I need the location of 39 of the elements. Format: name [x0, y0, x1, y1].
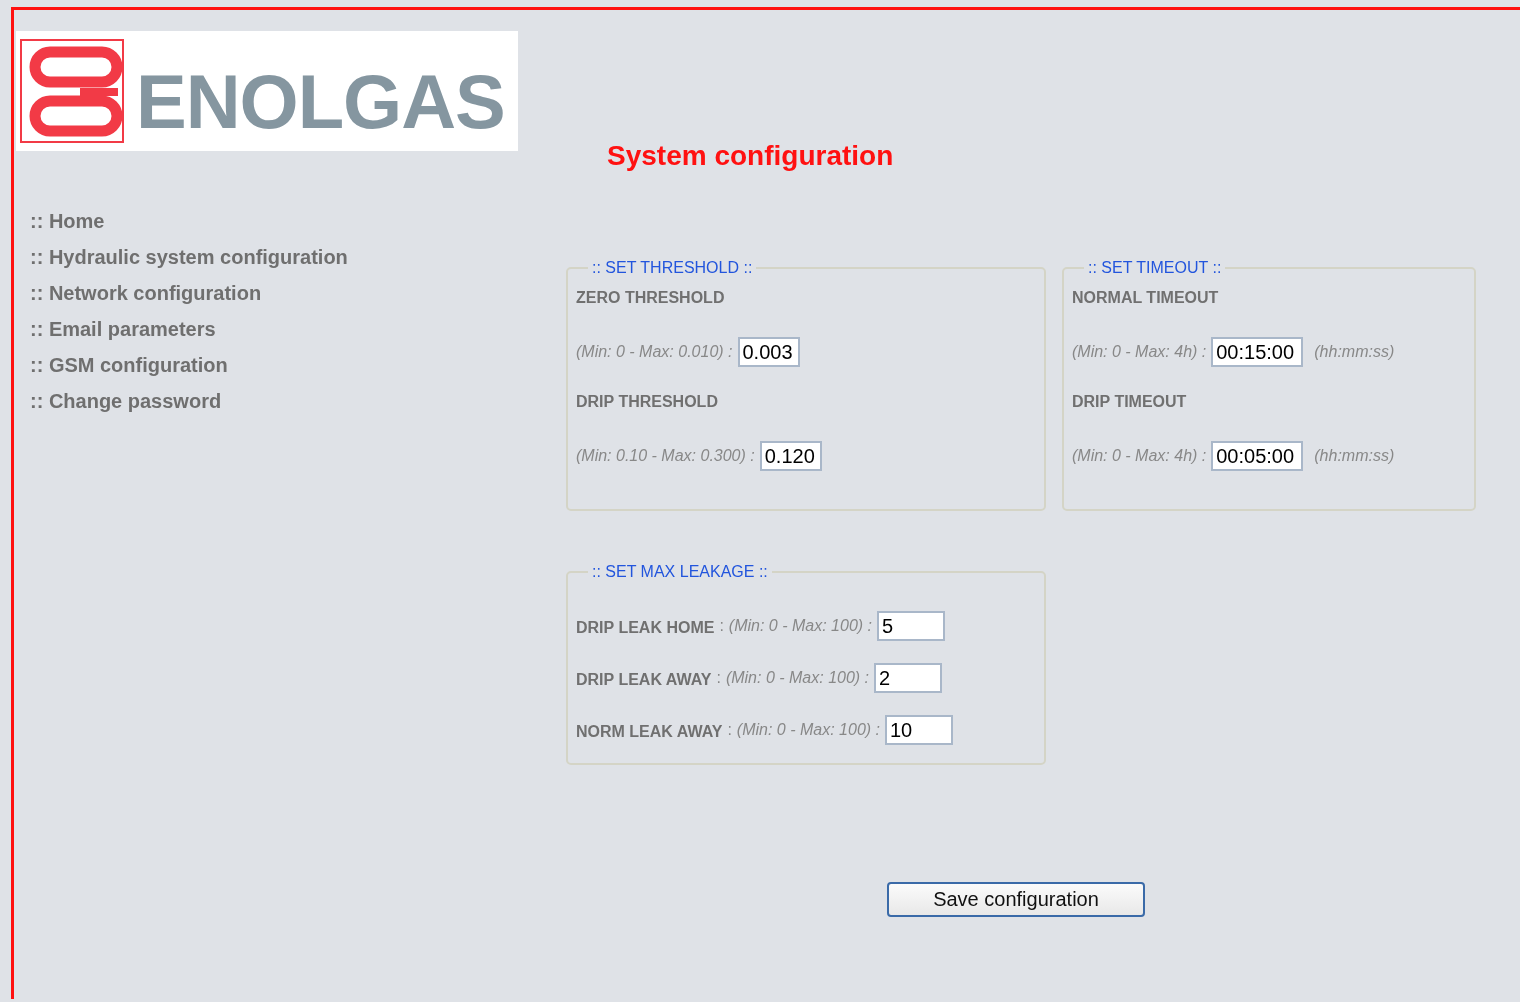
- format-hint: (hh:mm:ss): [1314, 343, 1395, 361]
- page-title: System configuration: [607, 139, 895, 173]
- field-label: DRIP THRESHOLD: [576, 392, 719, 412]
- range-hint: (Min: 0 - Max: 100) :: [728, 617, 872, 635]
- field-label: NORMAL TIMEOUT: [1072, 288, 1220, 308]
- nav-link[interactable]: :: Network configuration: [30, 279, 262, 307]
- group-legend: :: SET TIMEOUT ::: [1084, 259, 1226, 277]
- input-field[interactable]: 00:15:00: [1211, 337, 1304, 367]
- input-field[interactable]: 2: [874, 663, 943, 693]
- nav-link[interactable]: :: GSM configuration: [30, 351, 228, 379]
- range-hint: (Min: 0 - Max: 4h) :: [1072, 343, 1207, 361]
- separator-colon: :: [719, 617, 724, 635]
- range-hint: (Min: 0.10 - Max: 0.300) :: [576, 447, 755, 465]
- format-hint: (hh:mm:ss): [1314, 447, 1395, 465]
- range-hint: (Min: 0 - Max: 4h) :: [1072, 447, 1207, 465]
- separator-colon: :: [727, 721, 732, 739]
- range-hint: (Min: 0 - Max: 100) :: [725, 669, 870, 687]
- input-field[interactable]: 0.003: [737, 337, 800, 367]
- input-field[interactable]: 5: [877, 611, 945, 641]
- input-field[interactable]: 10: [885, 715, 953, 745]
- field-label: DRIP TIMEOUT: [1072, 392, 1188, 412]
- logo-mark-icon: [20, 39, 124, 143]
- field-label: DRIP LEAK HOME: [576, 618, 715, 638]
- input-field[interactable]: 00:05:00: [1211, 441, 1304, 471]
- nav-link[interactable]: :: Change password: [30, 387, 222, 415]
- logo-wordmark: ENOLGAS: [136, 64, 505, 140]
- nav-link[interactable]: :: Email parameters: [30, 315, 216, 343]
- range-hint: (Min: 0 - Max: 100) :: [736, 721, 880, 739]
- input-field[interactable]: 0.120: [759, 441, 822, 471]
- nav-link[interactable]: :: Home: [30, 207, 105, 235]
- nav-link[interactable]: :: Hydraulic system configuration: [30, 243, 348, 271]
- group-legend: :: SET MAX LEAKAGE ::: [588, 563, 772, 581]
- field-label: ZERO THRESHOLD: [576, 288, 726, 308]
- field-label: DRIP LEAK AWAY: [576, 670, 712, 690]
- range-hint: (Min: 0 - Max: 0.010) :: [576, 343, 733, 361]
- group-legend: :: SET THRESHOLD ::: [588, 259, 757, 277]
- field-label: NORM LEAK AWAY: [576, 722, 723, 742]
- separator-colon: :: [716, 669, 721, 687]
- save-button[interactable]: Save configuration: [887, 882, 1145, 917]
